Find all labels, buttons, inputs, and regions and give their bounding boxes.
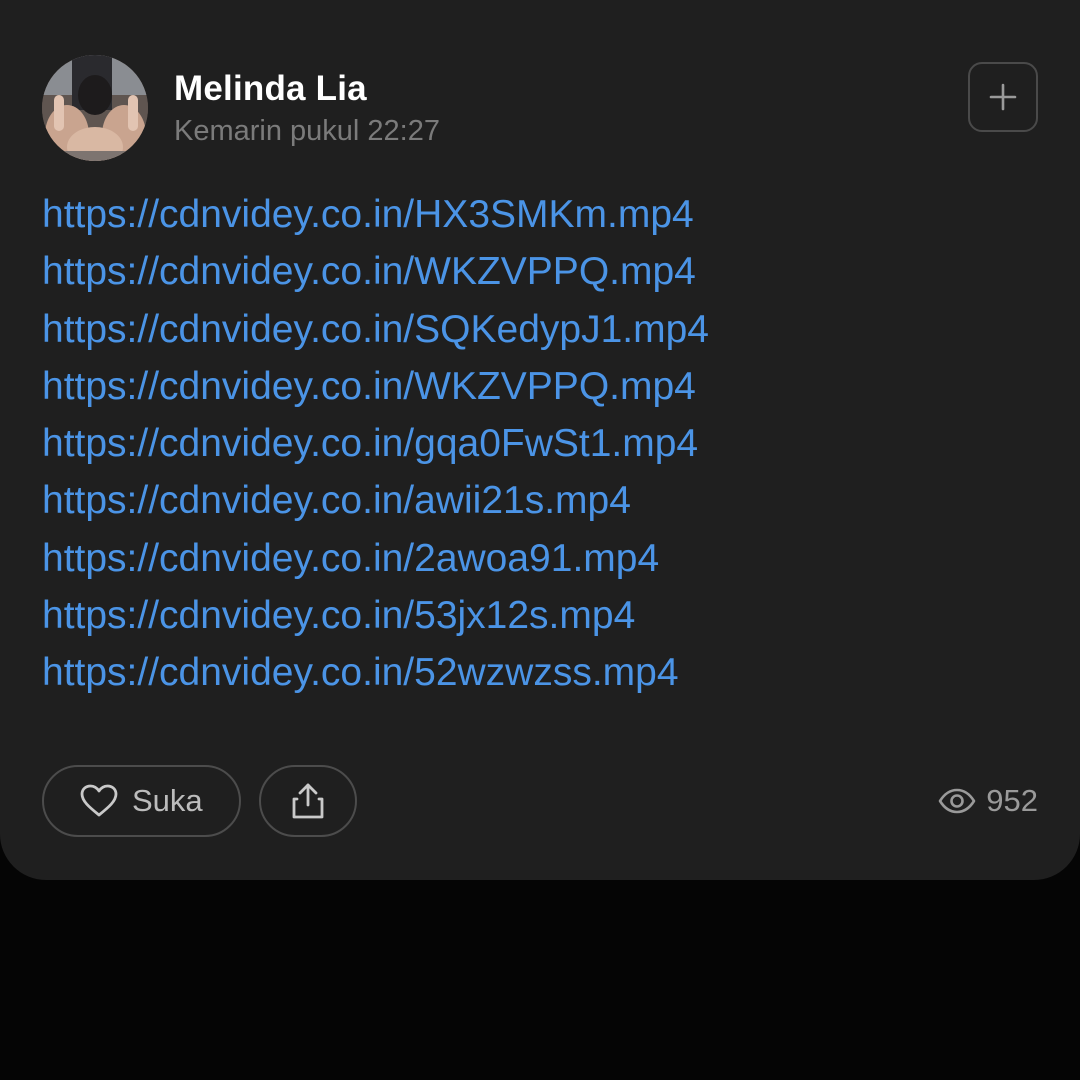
plus-icon [989, 83, 1017, 111]
share-button[interactable] [259, 765, 357, 837]
add-button[interactable] [968, 62, 1038, 132]
post-card: Melinda Lia Kemarin pukul 22:27 https://… [0, 0, 1080, 880]
post-link-item: https://cdnvidey.co.in/WKZVPPQ.mp4 [42, 358, 1038, 415]
post-link-item: https://cdnvidey.co.in/2awoa91.mp4 [42, 530, 1038, 587]
avatar-image [42, 55, 148, 161]
post-link[interactable]: https://cdnvidey.co.in/WKZVPPQ.mp4 [42, 365, 696, 408]
views-count: 952 [986, 783, 1038, 818]
avatar[interactable] [42, 55, 148, 161]
post-link-item: https://cdnvidey.co.in/SQKedypJ1.mp4 [42, 301, 1038, 358]
post-link-item: https://cdnvidey.co.in/53jx12s.mp4 [42, 587, 1038, 644]
post-link[interactable]: https://cdnvidey.co.in/awii21s.mp4 [42, 479, 631, 522]
post-link[interactable]: https://cdnvidey.co.in/52wzwzss.mp4 [42, 651, 679, 694]
post-link[interactable]: https://cdnvidey.co.in/2awoa91.mp4 [42, 537, 659, 580]
eye-icon [938, 788, 976, 814]
post-link-item: https://cdnvidey.co.in/gqa0FwSt1.mp4 [42, 415, 1038, 472]
post-link[interactable]: https://cdnvidey.co.in/SQKedypJ1.mp4 [42, 308, 709, 351]
share-icon [292, 783, 324, 819]
post-link[interactable]: https://cdnvidey.co.in/HX3SMKm.mp4 [42, 193, 694, 236]
post-link[interactable]: https://cdnvidey.co.in/gqa0FwSt1.mp4 [42, 422, 698, 465]
post-actions: Suka 952 [42, 765, 1038, 837]
post-timestamp: Kemarin pukul 22:27 [174, 115, 440, 147]
post-link[interactable]: https://cdnvidey.co.in/53jx12s.mp4 [42, 594, 635, 637]
like-button[interactable]: Suka [42, 765, 241, 837]
post-link-item: https://cdnvidey.co.in/52wzwzss.mp4 [42, 644, 1038, 701]
post-link-item: https://cdnvidey.co.in/HX3SMKm.mp4 [42, 186, 1038, 243]
post-link-item: https://cdnvidey.co.in/awii21s.mp4 [42, 472, 1038, 529]
post-link-list: https://cdnvidey.co.in/HX3SMKm.mp4 https… [42, 186, 1038, 702]
post-link[interactable]: https://cdnvidey.co.in/WKZVPPQ.mp4 [42, 250, 696, 293]
like-label: Suka [132, 783, 203, 818]
author-name[interactable]: Melinda Lia [174, 69, 367, 109]
post-header: Melinda Lia Kemarin pukul 22:27 [42, 55, 1038, 165]
view-count: 952 [938, 765, 1038, 837]
heart-icon [80, 784, 118, 817]
post-link-item: https://cdnvidey.co.in/WKZVPPQ.mp4 [42, 243, 1038, 300]
